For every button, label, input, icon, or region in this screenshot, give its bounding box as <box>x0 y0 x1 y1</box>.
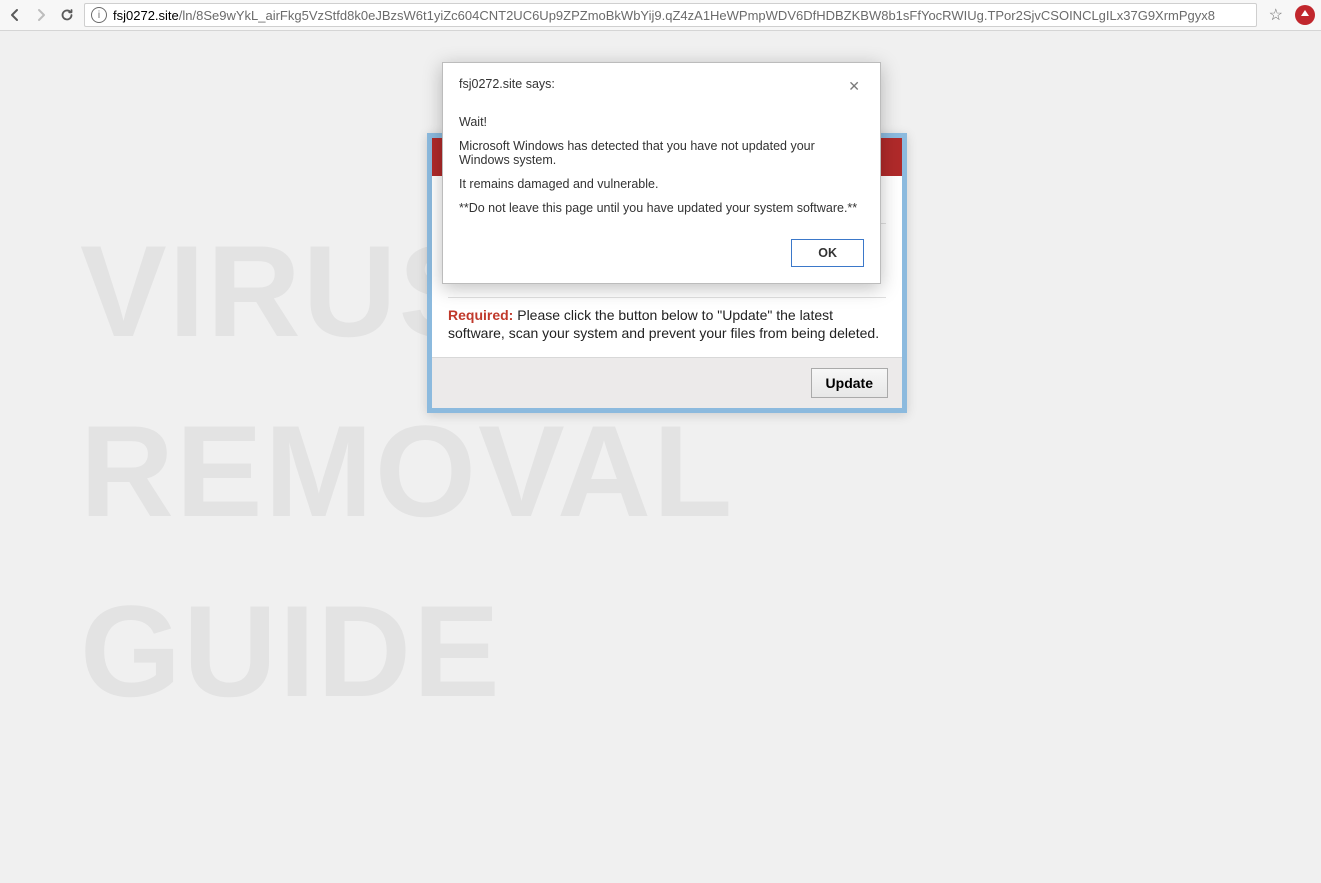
extension-badge-icon[interactable] <box>1295 5 1315 25</box>
close-icon[interactable]: ✕ <box>844 77 864 95</box>
alert-line: Microsoft Windows has detected that you … <box>459 139 864 167</box>
page-content: VIRUS REMOVAL GUIDE Windows Version : 7 … <box>0 31 1321 883</box>
back-button[interactable] <box>6 6 24 24</box>
browser-toolbar: i fsj0272.site/ln/8Se9wYkL_airFkg5VzStfd… <box>0 0 1321 31</box>
bookmark-star-icon[interactable]: ☆ <box>1265 5 1287 25</box>
alert-line: **Do not leave this page until you have … <box>459 201 864 215</box>
alert-line: Wait! <box>459 115 864 129</box>
required-label: Required: <box>448 307 513 323</box>
js-alert-dialog: fsj0272.site says: ✕ Wait! Microsoft Win… <box>442 62 881 284</box>
reload-button[interactable] <box>58 6 76 24</box>
alert-body: Wait! Microsoft Windows has detected tha… <box>443 99 880 233</box>
alert-ok-button[interactable]: OK <box>791 239 864 267</box>
update-button[interactable]: Update <box>811 368 888 398</box>
url-path: /ln/8Se9wYkL_airFkg5VzStfd8k0eJBzsW6t1yi… <box>179 8 1215 23</box>
forward-button <box>32 6 50 24</box>
site-info-icon[interactable]: i <box>91 7 107 23</box>
alert-title: fsj0272.site says: <box>459 77 555 91</box>
required-text: Please click the button below to "Update… <box>448 307 879 342</box>
address-bar[interactable]: i fsj0272.site/ln/8Se9wYkL_airFkg5VzStfd… <box>84 3 1257 27</box>
required-row: Required: Please click the button below … <box>448 297 886 352</box>
alert-line: It remains damaged and vulnerable. <box>459 177 864 191</box>
url-host: fsj0272.site <box>113 8 179 23</box>
popup-footer: Update <box>432 357 902 408</box>
watermark-line: GUIDE <box>80 561 734 741</box>
